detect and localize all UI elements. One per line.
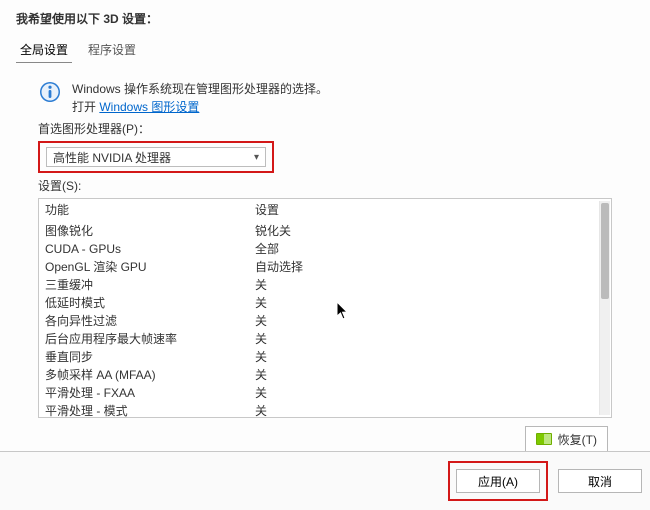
settings-row[interactable]: 各向异性过滤关 — [39, 312, 599, 330]
settings-row[interactable]: CUDA - GPUs全部 — [39, 240, 599, 258]
page-title: 我希望使用以下 3D 设置： — [0, 0, 650, 33]
restore-button-label: 恢复(T) — [558, 431, 597, 448]
settings-row[interactable]: 三重缓冲关 — [39, 276, 599, 294]
settings-row-value: 关 — [255, 312, 593, 330]
info-icon — [38, 80, 62, 104]
settings-row[interactable]: OpenGL 渲染 GPU自动选择 — [39, 258, 599, 276]
settings-row[interactable]: 低延时模式关 — [39, 294, 599, 312]
global-settings-panel: Windows 操作系统现在管理图形处理器的选择。 打开 Windows 图形设… — [0, 64, 650, 452]
settings-tabs: 全局设置 程序设置 — [0, 37, 650, 64]
tab-program-settings[interactable]: 程序设置 — [84, 37, 140, 63]
settings-row-feature: OpenGL 渲染 GPU — [45, 258, 255, 276]
settings-row-value: 全部 — [255, 240, 593, 258]
windows-graphics-settings-link[interactable]: Windows 图形设置 — [99, 100, 199, 114]
settings-row[interactable]: 平滑处理 - FXAA关 — [39, 384, 599, 402]
settings-grid-header: 功能 设置 — [39, 199, 599, 222]
settings-row-feature: 低延时模式 — [45, 294, 255, 312]
settings-row[interactable]: 图像锐化锐化关 — [39, 222, 599, 240]
settings-row-feature: 垂直同步 — [45, 348, 255, 366]
preferred-gpu-dropdown[interactable]: 高性能 NVIDIA 处理器 ▾ — [46, 147, 266, 167]
settings-grid: 功能 设置 图像锐化锐化关CUDA - GPUs全部OpenGL 渲染 GPU自… — [38, 198, 612, 418]
settings-row-value: 自动选择 — [255, 258, 593, 276]
preferred-gpu-label: 首选图形处理器(P)： — [38, 120, 628, 137]
settings-grid-label: 设置(S): — [38, 177, 628, 194]
restore-button[interactable]: 恢复(T) — [525, 426, 608, 452]
settings-row-feature: 平滑处理 - FXAA — [45, 384, 255, 402]
preferred-gpu-highlight: 高性能 NVIDIA 处理器 ▾ — [38, 141, 274, 173]
settings-grid-scrollbar[interactable] — [599, 201, 610, 415]
chevron-down-icon: ▾ — [254, 152, 259, 163]
settings-row-value: 关 — [255, 402, 593, 417]
settings-row[interactable]: 平滑处理 - 模式关 — [39, 402, 599, 417]
column-header-setting: 设置 — [255, 201, 593, 219]
settings-row-value: 锐化关 — [255, 222, 593, 240]
settings-row[interactable]: 多帧采样 AA (MFAA)关 — [39, 366, 599, 384]
info-text: Windows 操作系统现在管理图形处理器的选择。 打开 Windows 图形设… — [72, 80, 328, 116]
settings-row-value: 关 — [255, 366, 593, 384]
info-line2-prefix: 打开 — [72, 100, 99, 114]
column-header-feature: 功能 — [45, 201, 255, 219]
settings-row-feature: 三重缓冲 — [45, 276, 255, 294]
settings-row-value: 关 — [255, 276, 593, 294]
info-line1: Windows 操作系统现在管理图形处理器的选择。 — [72, 82, 328, 96]
settings-row-value: 关 — [255, 384, 593, 402]
settings-row-feature: 多帧采样 AA (MFAA) — [45, 366, 255, 384]
settings-row-feature: 各向异性过滤 — [45, 312, 255, 330]
settings-row-feature: 平滑处理 - 模式 — [45, 402, 255, 417]
nvidia-3d-settings-panel: 我希望使用以下 3D 设置： 全局设置 程序设置 Windows 操作系统现在管… — [0, 0, 650, 510]
settings-row-feature: 后台应用程序最大帧速率 — [45, 330, 255, 348]
dialog-footer: 应用(A) 取消 — [0, 451, 650, 510]
apply-button-highlight: 应用(A) — [448, 461, 548, 501]
settings-row-value: 关 — [255, 348, 593, 366]
apply-button[interactable]: 应用(A) — [456, 469, 540, 493]
preferred-gpu-selected: 高性能 NVIDIA 处理器 — [53, 149, 171, 166]
nvidia-logo-icon — [536, 433, 552, 445]
settings-row-value: 关 — [255, 294, 593, 312]
settings-row-value: 关 — [255, 330, 593, 348]
cancel-button[interactable]: 取消 — [558, 469, 642, 493]
settings-row[interactable]: 垂直同步关 — [39, 348, 599, 366]
settings-row-feature: 图像锐化 — [45, 222, 255, 240]
scrollbar-thumb[interactable] — [601, 203, 609, 299]
tab-global-settings[interactable]: 全局设置 — [16, 37, 72, 63]
os-managed-info: Windows 操作系统现在管理图形处理器的选择。 打开 Windows 图形设… — [38, 80, 628, 116]
settings-grid-viewport[interactable]: 功能 设置 图像锐化锐化关CUDA - GPUs全部OpenGL 渲染 GPU自… — [39, 199, 599, 417]
settings-row[interactable]: 后台应用程序最大帧速率关 — [39, 330, 599, 348]
settings-row-feature: CUDA - GPUs — [45, 240, 255, 258]
